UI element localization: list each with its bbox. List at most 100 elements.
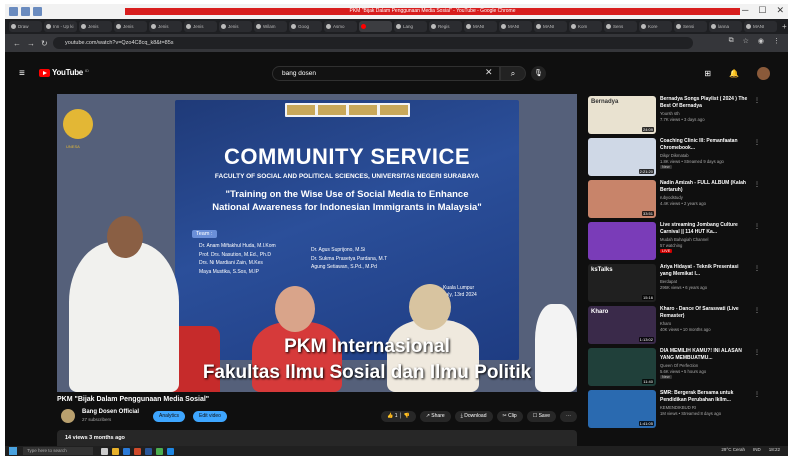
- recommended-video[interactable]: Kharo 1:13:02 Kharo - Dance Of Saraswati (…: [588, 306, 763, 346]
- windows-start-icon[interactable]: [9, 447, 17, 455]
- search-input[interactable]: bang dosen: [272, 66, 500, 81]
- video-thumbnail[interactable]: 33:51: [588, 180, 656, 218]
- browser-tab[interactable]: Regis: [429, 21, 462, 32]
- menu-icon[interactable]: ⋮: [773, 37, 780, 45]
- video-thumbnail[interactable]: ksTalks 15:16: [588, 264, 656, 302]
- voice-search-button[interactable]: 🎙: [531, 66, 546, 81]
- download-button[interactable]: ⤓ Download: [454, 411, 493, 422]
- create-icon[interactable]: ⊞: [704, 69, 711, 78]
- share-button[interactable]: ↗ Share: [419, 411, 451, 422]
- clear-search-icon[interactable]: ✕: [485, 67, 493, 78]
- clip-button[interactable]: ✂ Clip: [496, 411, 523, 422]
- browser-tab[interactable]: Wilam: [254, 21, 287, 32]
- recommended-video[interactable]: 2:21:20 Coaching Clinic III: Pemanfaatan …: [588, 138, 763, 178]
- maximize-icon[interactable]: ☐: [758, 5, 766, 16]
- channel-avatar[interactable]: [61, 409, 75, 423]
- browser-tab[interactable]: Kore: [639, 21, 672, 32]
- task-view-icon[interactable]: [101, 447, 108, 455]
- youtube-logo[interactable]: YouTube ID: [39, 68, 89, 77]
- browser-tab[interactable]: Jenis: [219, 21, 252, 32]
- profile-icon[interactable]: ◉: [758, 37, 764, 45]
- more-options-icon[interactable]: ⋮: [754, 181, 760, 188]
- channel-name[interactable]: Bang Dosen Official: [82, 409, 139, 415]
- recommended-video[interactable]: 11:40 DIA MEMILIH KAMU?! INI ALASAN YANG …: [588, 348, 763, 388]
- browser-tab[interactable]: Inn - Up ki: [44, 21, 77, 32]
- browser-tab[interactable]: Jenis: [184, 21, 217, 32]
- analytics-button[interactable]: Analytics: [153, 411, 186, 422]
- video-player[interactable]: UNESA COMMUNITY SERVICE FACULTY OF SOCIA…: [57, 94, 577, 392]
- browser-tab[interactable]: Lang: [394, 21, 427, 32]
- tab-favicon-icon: [11, 24, 16, 29]
- undo-icon[interactable]: [33, 7, 42, 16]
- language-indicator[interactable]: IND: [753, 447, 761, 452]
- video-thumbnail[interactable]: 1:41:05: [588, 390, 656, 428]
- video-thumbnail[interactable]: [588, 222, 656, 260]
- more-options-icon[interactable]: ⋮: [754, 391, 760, 398]
- thumbs-down-icon[interactable]: │ 👎: [398, 413, 410, 419]
- browser-tab[interactable]: MANI: [464, 21, 497, 32]
- browser-tab[interactable]: Goog: [289, 21, 322, 32]
- browser-tab[interactable]: Sensi: [674, 21, 707, 32]
- recommended-video[interactable]: 33:51 Nadin Amizah - FULL ALBUM (Kalah Be…: [588, 180, 763, 220]
- close-icon[interactable]: ✕: [776, 5, 784, 16]
- more-options-icon[interactable]: ⋮: [754, 139, 760, 146]
- notifications-icon[interactable]: 🔔: [729, 69, 739, 78]
- like-button[interactable]: 👍 1 │ 👎: [381, 411, 416, 422]
- video-thumbnail[interactable]: Bernadya 24:09: [588, 96, 656, 134]
- powerpoint-icon[interactable]: [134, 447, 141, 455]
- browser-tab[interactable]: Jenis: [79, 21, 112, 32]
- more-options-icon[interactable]: ⋮: [754, 307, 760, 314]
- tab-favicon-icon: [256, 24, 261, 29]
- more-options-icon[interactable]: ⋮: [754, 349, 760, 356]
- taskbar-search-input[interactable]: Type here to search: [23, 447, 93, 455]
- reload-icon[interactable]: ↻: [41, 39, 48, 48]
- team-member: Agung Setiawan, S.Pd., M.Pd: [311, 264, 377, 270]
- back-icon[interactable]: ←: [13, 39, 21, 48]
- recommended-video[interactable]: 1:41:05 SMR: Bergerak Bersama untuk Pendi…: [588, 390, 763, 430]
- more-options-icon[interactable]: ⋮: [754, 265, 760, 272]
- more-options-icon[interactable]: ⋮: [754, 97, 760, 104]
- forward-icon[interactable]: →: [27, 39, 35, 48]
- video-thumbnail[interactable]: 2:21:20: [588, 138, 656, 176]
- hamburger-menu-icon[interactable]: ≡: [19, 68, 25, 79]
- browser-tab[interactable]: Jenis: [114, 21, 147, 32]
- browser-tab[interactable]: Jenis: [149, 21, 182, 32]
- minimize-icon[interactable]: ─: [742, 5, 748, 16]
- browser-tab[interactable]: MANI: [744, 21, 777, 32]
- word-icon[interactable]: [145, 447, 152, 455]
- weather-text[interactable]: 29°C Cerah: [721, 447, 745, 452]
- recommended-video[interactable]: ksTalks 15:16 Ariya Hidayat - Teknik Prese…: [588, 264, 763, 304]
- edge-icon[interactable]: [123, 447, 130, 455]
- browser-tab[interactable]: lanna: [709, 21, 742, 32]
- address-bar[interactable]: youtube.com/watch?v=Qzo4C8cq_k8&t=85s: [53, 37, 693, 49]
- browser-tab[interactable]: Sens: [604, 21, 637, 32]
- team-label: Team :: [192, 230, 217, 238]
- extension-icon[interactable]: ⧉: [729, 37, 734, 45]
- browser-tab[interactable]: Kom: [569, 21, 602, 32]
- edit-video-button[interactable]: Edit video: [193, 411, 227, 422]
- browser-tab[interactable]: [359, 21, 392, 32]
- file-explorer-icon[interactable]: [112, 447, 119, 455]
- new-tab-icon[interactable]: +: [782, 22, 787, 31]
- save-button[interactable]: ☐ Save: [526, 411, 556, 422]
- search-button[interactable]: ⌕: [500, 66, 526, 81]
- save-icon[interactable]: [21, 7, 30, 16]
- browser-tab[interactable]: Asmo: [324, 21, 357, 32]
- avatar[interactable]: [757, 67, 770, 80]
- tab-label: MANI: [508, 24, 520, 29]
- browser-tab[interactable]: MANI: [534, 21, 567, 32]
- chrome-icon[interactable]: [156, 447, 163, 455]
- recommended-video[interactable]: Live streaming Jombang Culture Carnival …: [588, 222, 763, 262]
- more-options-icon[interactable]: ⋮: [754, 223, 760, 230]
- video-thumbnail[interactable]: Kharo 1:13:02: [588, 306, 656, 344]
- recommended-meta: 296K views • 6 years ago: [660, 285, 708, 290]
- zoom-icon[interactable]: [167, 447, 174, 455]
- more-actions-button[interactable]: ⋯: [560, 411, 577, 422]
- browser-tab[interactable]: MANI: [499, 21, 532, 32]
- banner-training-title: "Training on the Wise Use of Social Medi…: [175, 188, 519, 214]
- bookmark-icon[interactable]: ☆: [743, 37, 749, 45]
- clock[interactable]: 18:22: [769, 447, 780, 452]
- browser-tab[interactable]: Draw: [9, 21, 42, 32]
- video-thumbnail[interactable]: 11:40: [588, 348, 656, 386]
- recommended-video[interactable]: Bernadya 24:09 Bernadya Songs Playlist ( 2…: [588, 96, 763, 136]
